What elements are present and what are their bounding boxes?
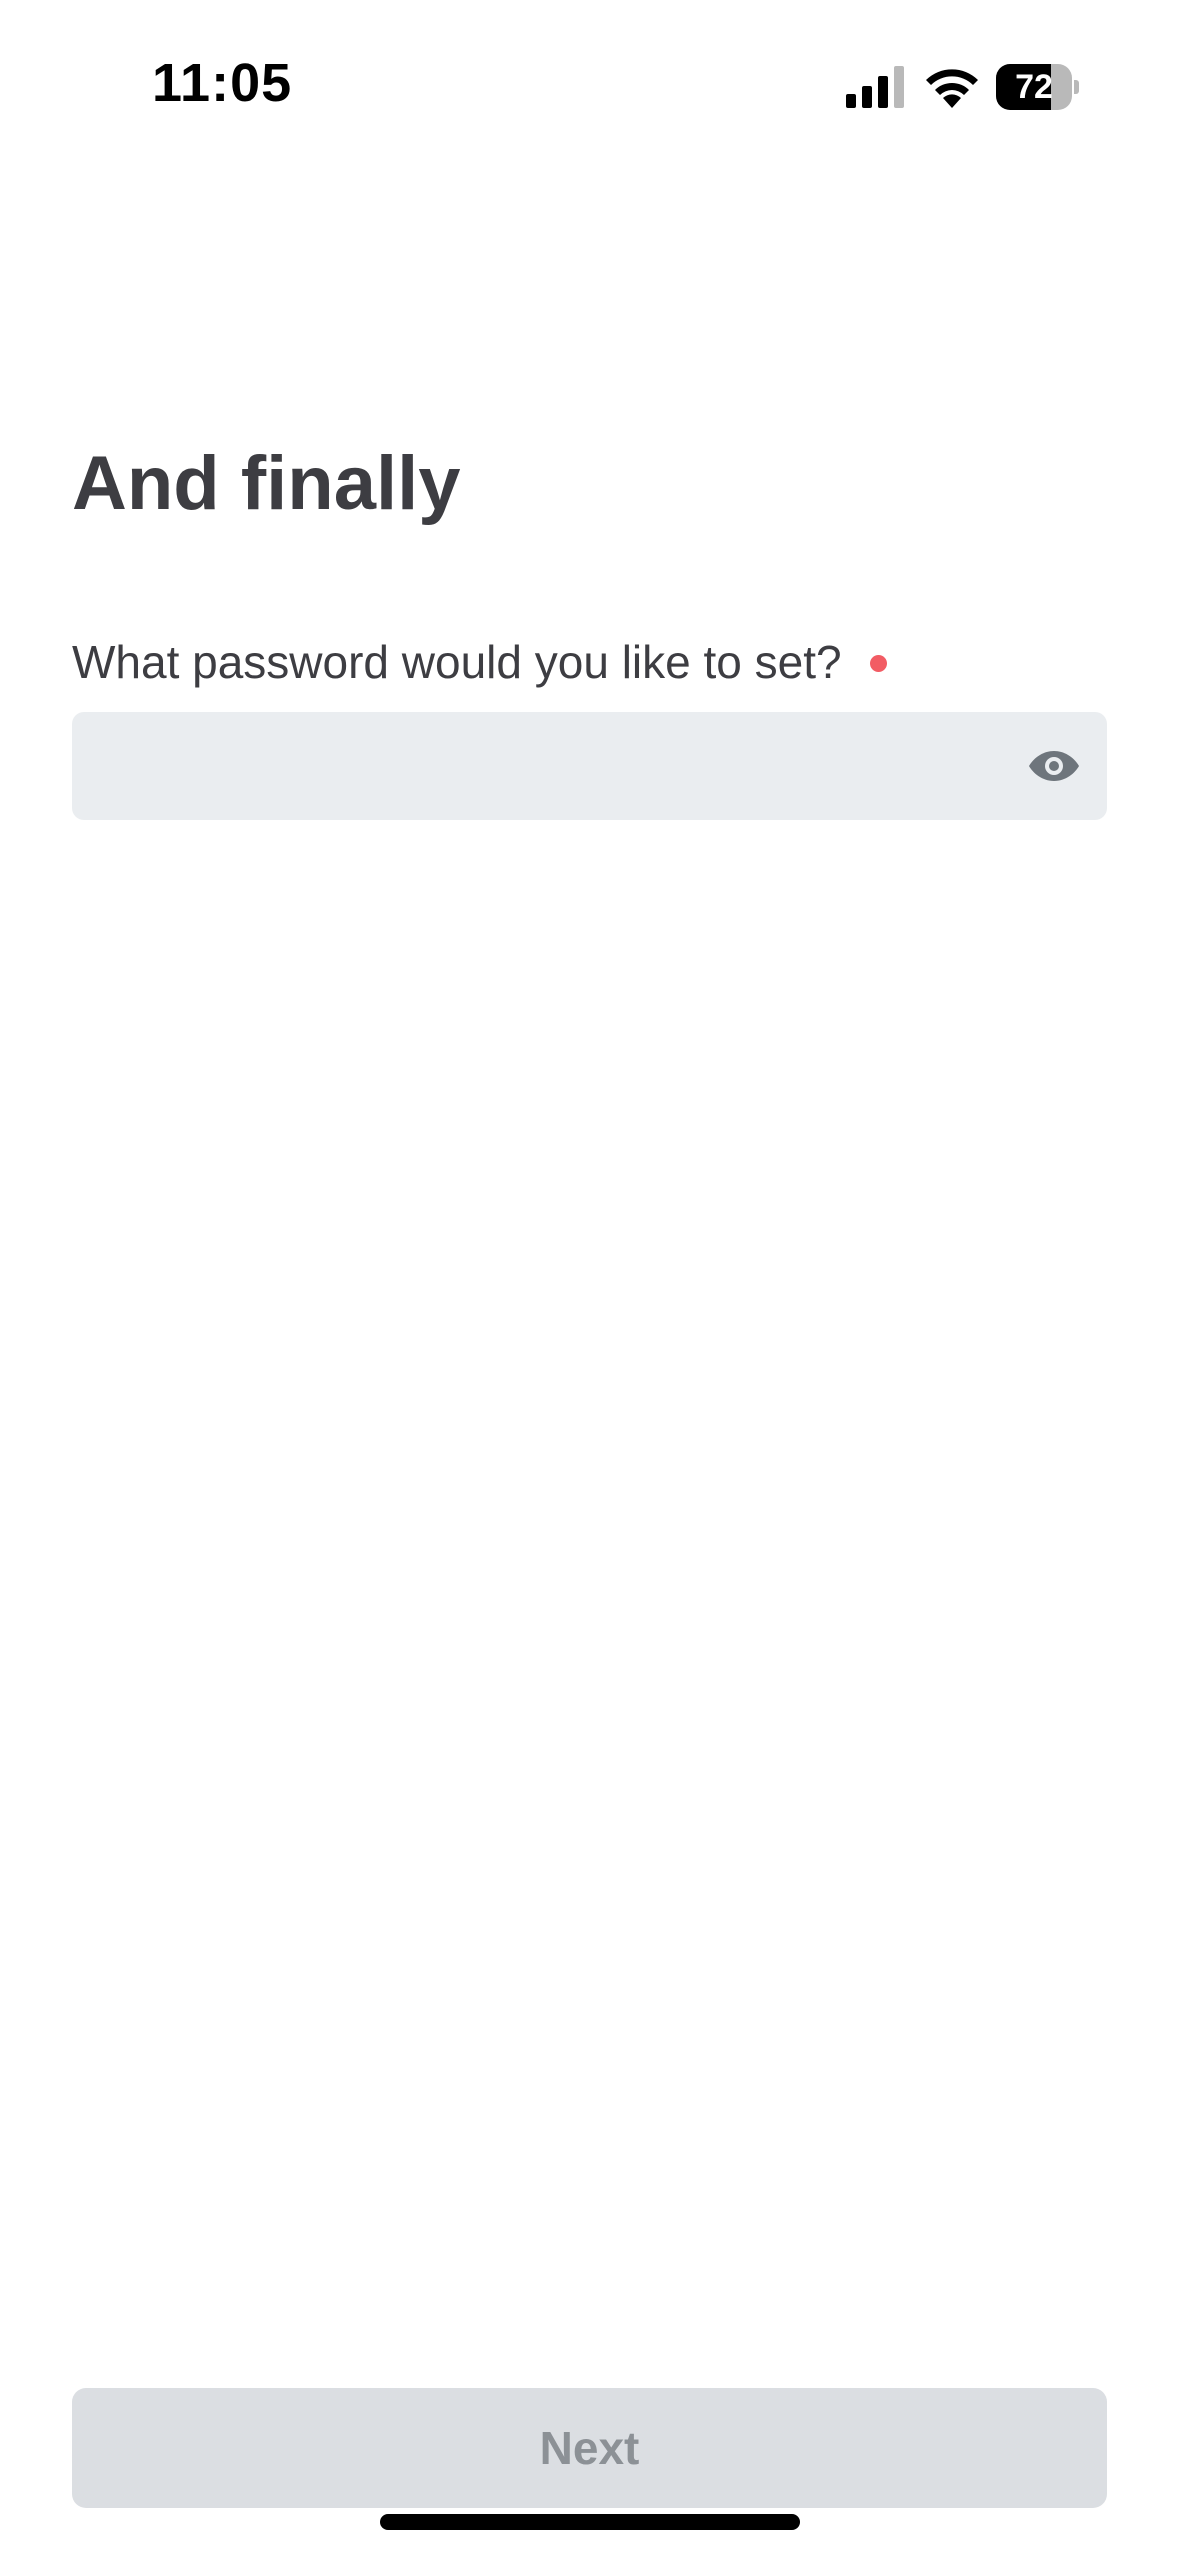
- signal-bar-4: [894, 66, 904, 108]
- cellular-signal-icon: [846, 66, 904, 108]
- battery-cap: [1074, 80, 1079, 94]
- status-bar: 11:05 72: [0, 0, 1179, 160]
- required-indicator: [869, 654, 887, 672]
- home-indicator[interactable]: [380, 2514, 800, 2530]
- password-label-row: What password would you like to set?: [72, 632, 887, 692]
- password-input[interactable]: [72, 712, 1012, 820]
- password-field[interactable]: [72, 712, 1107, 820]
- status-time: 11:05: [152, 53, 293, 113]
- password-label: What password would you like to set?: [72, 636, 842, 688]
- eye-icon: [1029, 751, 1079, 781]
- signal-bar-3: [878, 76, 888, 108]
- battery-icon: 72: [996, 64, 1079, 110]
- battery-level: 72: [1015, 68, 1053, 106]
- signal-bar-2: [862, 86, 872, 108]
- battery-body: 72: [996, 64, 1072, 110]
- show-password-button[interactable]: [1018, 730, 1090, 802]
- wifi-icon: [926, 69, 978, 108]
- next-button[interactable]: Next: [72, 2388, 1107, 2508]
- signal-bar-1: [846, 94, 856, 108]
- page-title: And finally: [72, 441, 461, 526]
